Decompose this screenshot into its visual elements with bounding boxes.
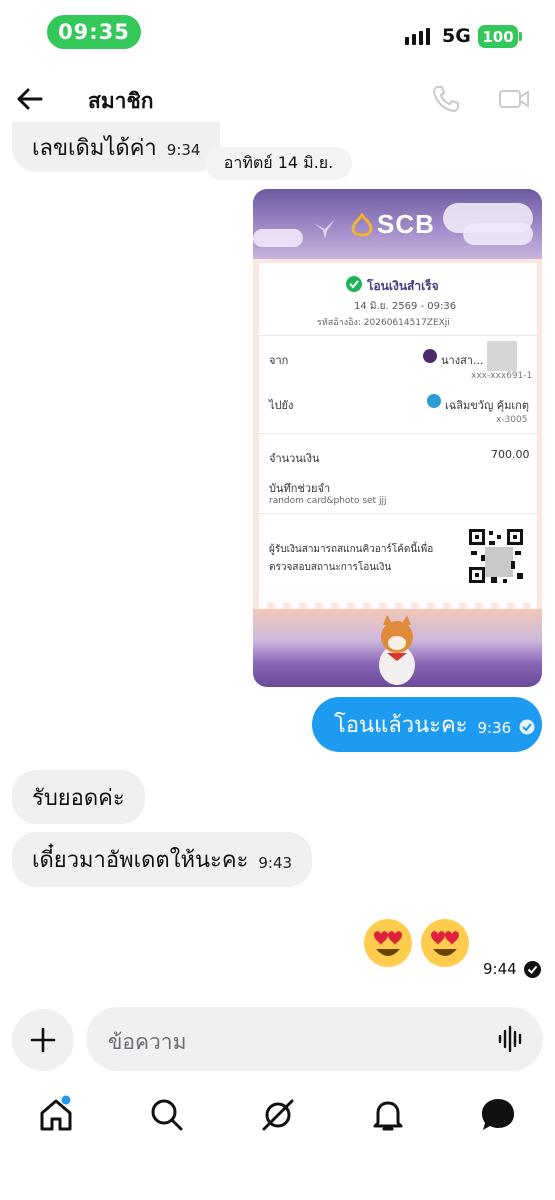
divider: [259, 433, 537, 434]
message-bubble-in[interactable]: เลขเดิมได้ค่า 9:34: [12, 122, 221, 172]
memo-label: บันทึกช่วยจำ: [269, 482, 331, 495]
page-title: สมาชิก: [88, 89, 154, 113]
cloud-decoration: [253, 229, 303, 247]
qr-note-line2: ตรวจสอบสถานะการโอนเงิน: [269, 562, 392, 573]
plus-icon: [30, 1027, 56, 1053]
battery-tip: [519, 32, 522, 41]
message-time: 9:36: [477, 718, 512, 737]
voice-waveform-icon[interactable]: [497, 1025, 525, 1053]
from-label: จาก: [269, 354, 289, 367]
amount-value: 700.00: [491, 448, 530, 461]
scb-bank-badge-icon: [423, 349, 437, 363]
message-time: 9:44: [483, 960, 517, 978]
to-label: ไปยัง: [269, 399, 294, 412]
redaction-block: [487, 341, 517, 371]
message-time: 9:43: [258, 853, 293, 872]
read-check-icon: [519, 719, 535, 735]
arrow-left-icon[interactable]: [14, 84, 44, 114]
bell-icon[interactable]: [368, 1095, 408, 1135]
amount-label: จำนวนเงิน: [269, 452, 320, 465]
cloud-decoration: [463, 223, 533, 245]
to-account: x-3005: [496, 415, 528, 425]
heart-eyes-emoji-icon[interactable]: [421, 919, 469, 967]
video-camera-icon[interactable]: [498, 83, 530, 115]
battery-level: 100: [478, 25, 518, 48]
divider: [259, 335, 537, 336]
search-icon[interactable]: [147, 1095, 187, 1135]
read-check-icon: [524, 961, 541, 978]
bird-icon: [313, 219, 335, 239]
divider: [259, 513, 537, 514]
home-icon[interactable]: [36, 1095, 76, 1135]
add-attachment-button[interactable]: [12, 1009, 74, 1071]
transfer-ref: รหัสอ้างอิง: 2026061451​7ZEXji: [317, 318, 450, 328]
memo-text: random card&photo set jjj: [269, 496, 387, 506]
transfer-status: โอนเงินสำเร็จ: [367, 279, 439, 293]
network-type: 5G: [442, 25, 471, 47]
message-bubble-in[interactable]: เดี๋ยวมาอัพเดตให้นะคะ 9:43: [12, 832, 313, 887]
signal-icon: [405, 28, 430, 45]
scb-logo-icon: [351, 213, 373, 237]
to-name: เฉลิมขวัญ คุ้มเกตุ: [445, 399, 529, 412]
slip-card: โอนเงินสำเร็จ 14 มิ.ย. 2569 - 09:36 รหัส…: [259, 263, 537, 603]
message-text: เลขเดิมได้ค่า: [32, 135, 157, 161]
bank-name: SCB: [377, 209, 435, 239]
check-circle-icon: [346, 276, 362, 292]
phone-icon[interactable]: [430, 83, 462, 115]
qr-code: [467, 527, 525, 585]
status-time: 09:35: [47, 15, 141, 49]
message-text: รับยอดค่ะ: [32, 785, 125, 811]
message-text: โอนแล้วนะคะ: [334, 713, 468, 738]
grok-icon[interactable]: [258, 1095, 298, 1135]
transfer-slip-image[interactable]: SCB โอนเงินสำเร็จ 14 มิ.ย. 2569 - 09:36 …: [253, 189, 542, 687]
message-input-placeholder: ข้อความ: [108, 1030, 187, 1054]
transfer-datetime: 14 มิ.ย. 2569 - 09:36: [354, 301, 457, 312]
message-text: เดี๋ยวมาอัพเดตให้นะคะ: [32, 848, 249, 873]
message-bubble-out[interactable]: โอนแล้วนะคะ 9:36: [312, 697, 542, 752]
shiba-dog-icon: [379, 615, 415, 685]
qr-note-line1: ผู้รับเงินสามารถสแกนคิวอาร์โค้ดนี้เพื่อ: [269, 544, 434, 555]
message-bubble-in[interactable]: รับยอดค่ะ: [12, 770, 145, 824]
heart-eyes-emoji-icon[interactable]: [364, 919, 412, 967]
message-time: 9:34: [166, 141, 201, 159]
messages-icon[interactable]: [478, 1095, 518, 1135]
from-account: xxx-xxx691-1: [471, 371, 533, 381]
date-separator: อาทิตย์ 14 มิ.ย.: [205, 147, 352, 180]
receiver-bank-badge-icon: [427, 394, 441, 408]
